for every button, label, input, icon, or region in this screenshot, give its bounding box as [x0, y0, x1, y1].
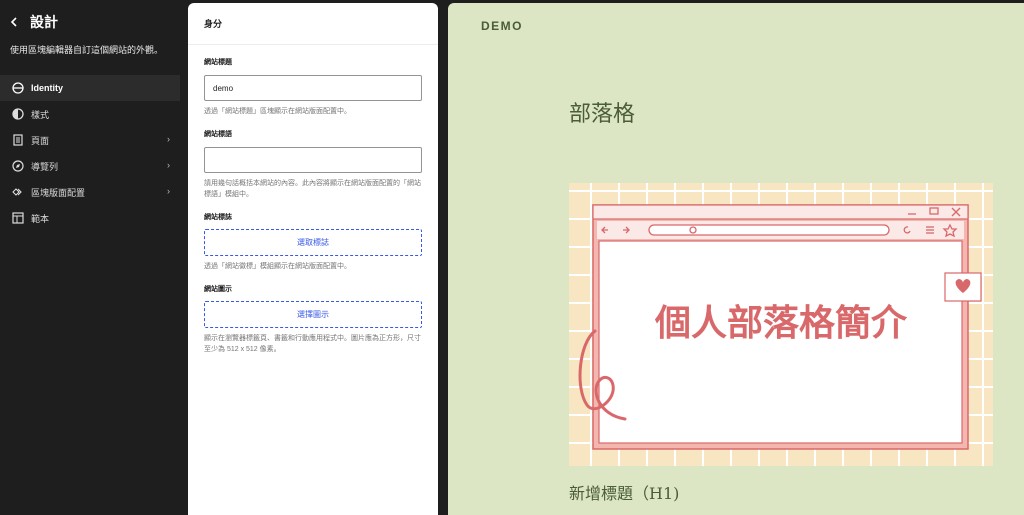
sidebar-description: 使用區塊編輯器自訂這個網站的外觀。 [10, 45, 164, 55]
page-icon [12, 134, 24, 146]
preview-h1: 新增標題（H1) [569, 484, 680, 503]
tagline-field: 網站標語 請用幾句話概括本網站的內容。此內容將顯示在網站版面配置的「網站標語」模… [188, 129, 438, 200]
site-title-label: 網站標題 [204, 59, 232, 66]
chevron-right-icon: › [167, 160, 170, 170]
sidebar-item-navigation[interactable]: 導覽列 › [0, 153, 188, 179]
identity-panel: 身分 網站標題 demo 透過「網站標題」區塊顯示在網站版面配置中。 網站標語 … [188, 3, 438, 515]
site-preview[interactable]: DEMO 部落格 個人部落格簡介 新增標題（H1) [448, 3, 1024, 515]
sidebar-title: 設計 [30, 14, 58, 30]
sidebar-item-templates[interactable]: 範本 [0, 205, 188, 231]
styles-icon [12, 108, 24, 120]
back-button[interactable] [6, 14, 22, 30]
chevron-right-icon: › [167, 186, 170, 196]
tagline-input[interactable] [204, 147, 422, 173]
select-logo-button[interactable]: 選取標誌 [204, 229, 422, 256]
sidebar-item-label: Identity [31, 83, 64, 93]
sidebar-item-patterns[interactable]: 區塊版面配置 › [0, 179, 188, 205]
tagline-label: 網站標語 [204, 131, 232, 138]
sidebar-item-styles[interactable]: 樣式 [0, 101, 188, 127]
patterns-icon [12, 186, 24, 198]
logo-label: 網站標誌 [204, 214, 232, 221]
site-icon-label: 網站圖示 [204, 286, 232, 293]
sidebar-menu: Identity 樣式 頁面 › 導覽列 › 區塊版面配置 › 範本 [0, 75, 188, 231]
panel-title: 身分 [188, 3, 438, 45]
site-title-input[interactable]: demo [204, 75, 422, 101]
chevron-left-icon [10, 17, 17, 27]
site-icon-help: 顯示在瀏覽器標籤頁、書籤和行動應用程式中。圖片應為正方形，尺寸至少為 512 x… [204, 335, 421, 353]
hero-text: 個人部落格簡介 [654, 303, 908, 344]
preview-heading: 部落格 [569, 102, 636, 127]
logo-field: 網站標誌 選取標誌 透過「網站徽標」模組顯示在網站版面配置中。 [188, 212, 438, 272]
sidebar-item-label: 樣式 [31, 109, 50, 120]
sidebar-item-label: 頁面 [31, 135, 50, 146]
sidebar-item-label: 導覽列 [31, 161, 59, 172]
sidebar: 設計 使用區塊編輯器自訂這個網站的外觀。 Identity 樣式 頁面 › 導覽… [0, 0, 188, 515]
sidebar-item-label: 範本 [31, 213, 50, 224]
logo-help: 透過「網站徽標」模組顯示在網站版面配置中。 [204, 263, 351, 270]
template-icon [12, 212, 24, 224]
hero-image: 個人部落格簡介 [569, 183, 993, 466]
identity-icon [12, 82, 24, 94]
select-icon-button[interactable]: 選擇圖示 [204, 301, 422, 328]
preview-site-title: DEMO [481, 19, 523, 33]
sidebar-item-pages[interactable]: 頁面 › [0, 127, 188, 153]
tagline-help: 請用幾句話概括本網站的內容。此內容將顯示在網站版面配置的「網站標語」模組中。 [204, 180, 421, 198]
sidebar-item-label: 區塊版面配置 [31, 187, 86, 198]
sidebar-header: 設計 [0, 0, 188, 44]
navigation-icon [12, 160, 24, 172]
site-title-help: 透過「網站標題」區塊顯示在網站版面配置中。 [204, 108, 351, 115]
site-icon-field: 網站圖示 選擇圖示 顯示在瀏覽器標籤頁、書籤和行動應用程式中。圖片應為正方形，尺… [188, 284, 438, 355]
chevron-right-icon: › [167, 134, 170, 144]
sidebar-item-identity[interactable]: Identity [0, 75, 180, 101]
site-title-field: 網站標題 demo 透過「網站標題」區塊顯示在網站版面配置中。 [188, 57, 438, 117]
